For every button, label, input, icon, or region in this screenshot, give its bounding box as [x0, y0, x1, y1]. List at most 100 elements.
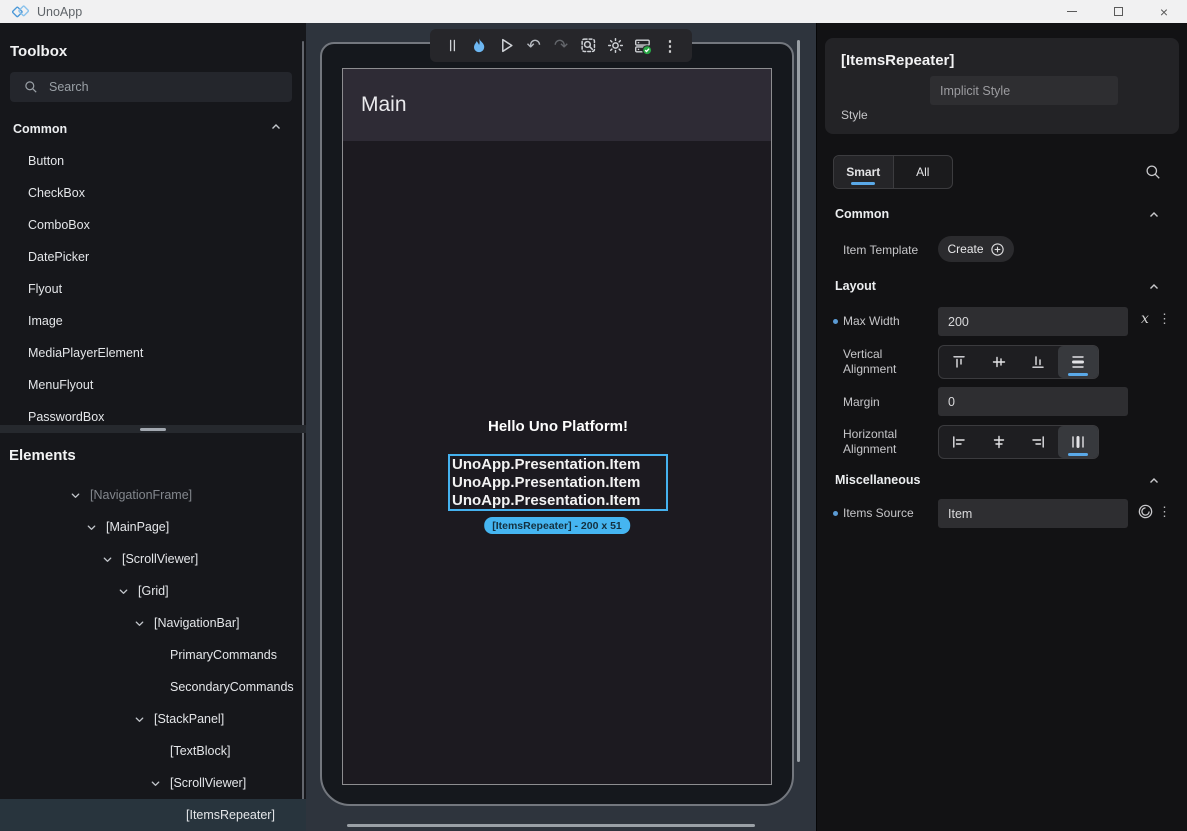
titlebar: UnoApp ×	[0, 0, 1187, 23]
max-width-label: Max Width	[843, 314, 900, 328]
align-left-button[interactable]	[939, 426, 979, 458]
chevron-down-icon[interactable]	[68, 490, 82, 501]
active-tab-underline	[851, 182, 875, 185]
chevron-up-icon[interactable]	[1147, 475, 1161, 487]
hot-reload-flame-icon[interactable]	[469, 36, 489, 56]
tree-item-label: [Grid]	[138, 584, 169, 598]
toolbox-item-mediaplayerelement[interactable]: MediaPlayerElement	[0, 337, 306, 369]
more-options-icon[interactable]: ⋮	[1158, 311, 1171, 327]
tab-all[interactable]: All	[894, 156, 953, 188]
toolbox-search-box[interactable]	[10, 72, 292, 102]
toolbox-section-label: Common	[13, 122, 67, 136]
chevron-down-icon[interactable]	[132, 714, 146, 725]
vertical-alignment-group	[938, 345, 1099, 379]
play-icon[interactable]	[497, 36, 517, 56]
tree-item-label: [ItemsRepeater]	[186, 808, 275, 822]
toolbox-section-common[interactable]: Common	[13, 120, 293, 138]
create-button-label: Create	[947, 242, 983, 256]
toolbox-search-input[interactable]	[49, 80, 292, 94]
toolbox-item-button[interactable]: Button	[0, 145, 306, 177]
app-page-header: Main	[343, 69, 772, 141]
align-top-button[interactable]	[939, 346, 979, 378]
align-center-horizontal-button[interactable]	[979, 426, 1019, 458]
toolbox-item-datepicker[interactable]: DatePicker	[0, 241, 306, 273]
chevron-up-icon[interactable]	[270, 120, 282, 138]
page-title: Main	[361, 93, 407, 117]
theme-sun-icon[interactable]	[606, 36, 626, 56]
modified-indicator-dot	[833, 511, 838, 516]
stretch-horizontal-button[interactable]	[1058, 426, 1098, 458]
properties-panel: [ItemsRepeater] Style Smart All Common I…	[816, 23, 1187, 831]
repeater-item-text: UnoApp.Presentation.Item	[450, 474, 666, 492]
canvas-horizontal-scrollbar[interactable]	[347, 824, 755, 827]
toolbox-item-checkbox[interactable]: CheckBox	[0, 177, 306, 209]
style-input[interactable]	[930, 76, 1118, 105]
stretch-vertical-button[interactable]	[1058, 346, 1098, 378]
more-menu-icon[interactable]: ⋮	[660, 36, 680, 56]
properties-tabs: Smart All	[833, 155, 953, 189]
chevron-down-icon[interactable]	[84, 522, 98, 533]
drag-handle-icon[interactable]	[442, 36, 462, 56]
toolbox-item-image[interactable]: Image	[0, 305, 306, 337]
items-source-label: Items Source	[843, 506, 914, 520]
redo-icon[interactable]: ↷	[551, 36, 571, 56]
repeater-item-text: UnoApp.Presentation.Item	[450, 456, 666, 474]
design-canvas[interactable]: Main Hello Uno Platform! UnoApp.Presenta…	[306, 23, 816, 831]
tree-item-textblock[interactable]: [TextBlock]	[0, 735, 306, 767]
chevron-down-icon[interactable]	[148, 778, 162, 789]
chevron-up-icon[interactable]	[1147, 209, 1161, 221]
device-frame: Main Hello Uno Platform! UnoApp.Presenta…	[320, 42, 794, 806]
tree-item-itemsrepeater[interactable]: [ItemsRepeater]	[0, 799, 306, 831]
tree-item-scrollviewer[interactable]: [ScrollViewer]	[0, 767, 306, 799]
properties-search-button[interactable]	[1143, 162, 1163, 182]
chevron-up-icon[interactable]	[1147, 281, 1161, 293]
max-width-input[interactable]	[938, 307, 1128, 336]
itemsrepeater-selection[interactable]: UnoApp.Presentation.ItemUnoApp.Presentat…	[448, 454, 668, 511]
align-bottom-button[interactable]	[1019, 346, 1059, 378]
chevron-down-icon[interactable]	[100, 554, 114, 565]
tree-item-mainpage[interactable]: [MainPage]	[0, 511, 306, 543]
panel-splitter[interactable]	[0, 425, 306, 433]
element-picker-icon[interactable]	[578, 36, 598, 56]
tree-item-stackpanel[interactable]: [StackPanel]	[0, 703, 306, 735]
modified-indicator-dot	[833, 319, 838, 324]
tab-smart[interactable]: Smart	[834, 156, 893, 188]
device-screen[interactable]: Main Hello Uno Platform! UnoApp.Presenta…	[342, 68, 772, 785]
expression-x-icon[interactable]: x	[1141, 311, 1149, 327]
tree-item-scrollviewer[interactable]: [ScrollViewer]	[0, 543, 306, 575]
chevron-down-icon[interactable]	[132, 618, 146, 629]
margin-input[interactable]	[938, 387, 1128, 416]
item-template-label: Item Template	[843, 243, 918, 257]
tree-item-navigationframe[interactable]: [NavigationFrame]	[0, 479, 306, 511]
maximize-button[interactable]	[1095, 0, 1141, 23]
align-center-vertical-button[interactable]	[979, 346, 1019, 378]
hello-textblock[interactable]: Hello Uno Platform!	[343, 418, 772, 435]
toolbox-item-flyout[interactable]: Flyout	[0, 273, 306, 305]
canvas-vertical-scrollbar[interactable]	[797, 40, 800, 762]
toolbox-item-menuflyout[interactable]: MenuFlyout	[0, 369, 306, 401]
create-template-button[interactable]: Create	[938, 236, 1014, 262]
connection-status-icon[interactable]	[633, 36, 653, 56]
chevron-down-icon[interactable]	[116, 586, 130, 597]
app-title: UnoApp	[37, 5, 82, 19]
align-right-button[interactable]	[1019, 426, 1059, 458]
vertical-alignment-label: Vertical Alignment	[843, 347, 933, 377]
tree-item-navigationbar[interactable]: [NavigationBar]	[0, 607, 306, 639]
items-source-input[interactable]	[938, 499, 1128, 528]
undo-icon[interactable]: ↶	[524, 36, 544, 56]
tree-item-grid[interactable]: [Grid]	[0, 575, 306, 607]
close-icon: ×	[1160, 5, 1168, 19]
tree-item-secondarycommands[interactable]: SecondaryCommands	[0, 671, 306, 703]
uno-logo-icon	[12, 3, 29, 20]
plus-circle-icon	[990, 242, 1005, 257]
toolbox-item-combobox[interactable]: ComboBox	[0, 209, 306, 241]
search-icon	[24, 80, 39, 95]
more-options-icon[interactable]: ⋮	[1158, 504, 1171, 520]
tab-all-label: All	[916, 165, 929, 179]
tree-item-primarycommands[interactable]: PrimaryCommands	[0, 639, 306, 671]
minimize-button[interactable]	[1049, 0, 1095, 23]
horizontal-alignment-label: Horizontal Alignment	[843, 427, 933, 457]
selection-size-badge: [ItemsRepeater] - 200 x 51	[484, 517, 630, 534]
close-button[interactable]: ×	[1141, 0, 1187, 23]
binding-icon[interactable]	[1137, 503, 1154, 525]
